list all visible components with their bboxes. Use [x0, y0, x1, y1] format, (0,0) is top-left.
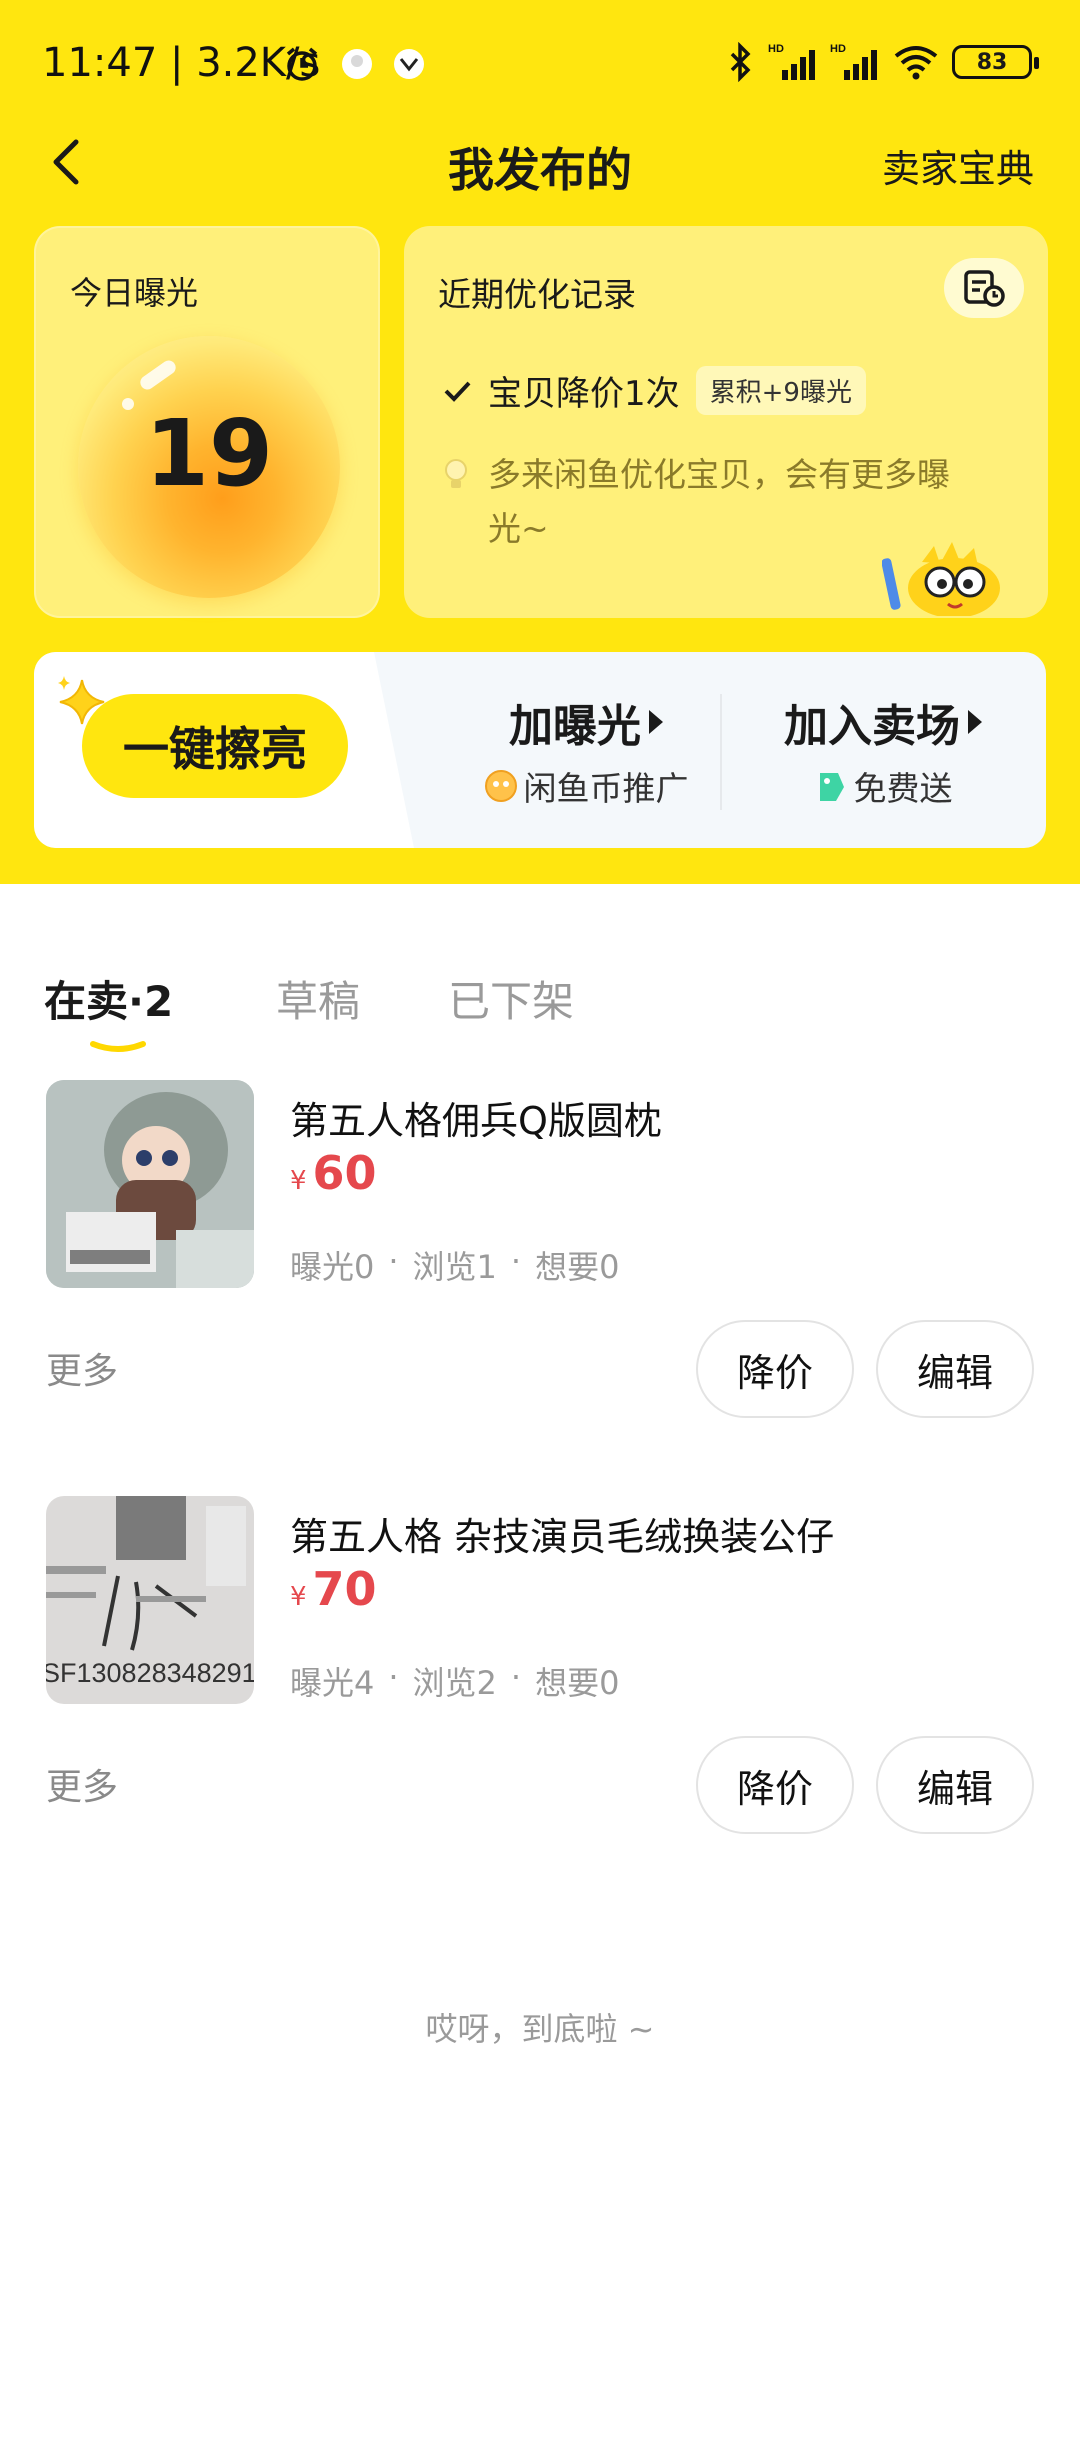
listing-title[interactable]: 第五人格佣兵Q版圆枕 [290, 1090, 662, 1145]
status-time: 11:47 | 3.2K/s [42, 40, 321, 86]
divider [720, 694, 722, 810]
add-exposure-sub: 闲鱼币推广 [523, 769, 689, 808]
record-text: 宝贝降价1次 [488, 374, 680, 414]
seller-guide-link[interactable]: 卖家宝典 [882, 138, 1034, 193]
add-exposure-label: 加曝光 [509, 701, 641, 752]
stat-separator: · [388, 1658, 399, 1696]
check-icon [444, 381, 471, 402]
tab-drafts[interactable]: 草稿 [276, 968, 360, 1029]
exposure-bubble: 19 [78, 336, 340, 598]
stat-views: 浏览1 [412, 1248, 497, 1286]
signal-icon: HD [830, 43, 877, 80]
records-history-button[interactable] [944, 258, 1024, 318]
stat-wants: 想要0 [535, 1664, 620, 1702]
app-notification-icon [342, 49, 372, 79]
tag-icon [819, 773, 844, 801]
reduce-price-button[interactable]: 降价 [696, 1736, 854, 1834]
tab-delisted[interactable]: 已下架 [448, 968, 574, 1029]
end-of-list-text: 哎呀，到底啦 ~ [425, 2010, 655, 2048]
listing-tabs: 在卖·2 草稿 已下架 [44, 968, 1044, 1052]
price-value: 60 [312, 1146, 377, 1200]
join-market-label: 加入卖场 [784, 701, 960, 752]
battery-indicator: 83 [952, 45, 1039, 79]
status-right-icons: HD HD 83 [726, 42, 1039, 82]
record-row: 宝贝降价1次 累积+9曝光 [442, 366, 866, 415]
more-button[interactable]: 更多 [46, 1758, 118, 1810]
app-notification-icon [394, 49, 424, 79]
listing-title[interactable]: 第五人格 杂技演员毛绒换装公仔 [290, 1506, 834, 1561]
stat-views: 浏览2 [412, 1664, 497, 1702]
tab-on-sale[interactable]: 在卖·2 [44, 968, 173, 1029]
today-exposure-card[interactable]: 今日曝光 19 [34, 226, 380, 618]
stat-exposure: 曝光0 [290, 1248, 375, 1286]
svg-text:HD: HD [768, 43, 784, 55]
product-image [46, 1080, 254, 1288]
stat-separator: · [510, 1658, 522, 1696]
triangle-right-icon [649, 710, 663, 734]
triangle-right-icon [968, 710, 982, 734]
listing-stats: 曝光0 · 浏览1 · 想要0 [290, 1242, 619, 1288]
status-bar: 11:47 | 3.2K/s HD HD 83 [0, 0, 1080, 130]
mascot-illustration [882, 542, 1000, 616]
thumbnail-waybill-text: SF130828348291 [46, 1658, 254, 1688]
bluetooth-icon [730, 42, 751, 82]
listing-item: 第五人格佣兵Q版圆枕 ¥ 60 曝光0 · 浏览1 · 想要0 更多 降价 编辑 [0, 1080, 1080, 1460]
stat-separator: · [388, 1242, 399, 1280]
more-button[interactable]: 更多 [46, 1342, 118, 1394]
listing-price: ¥ 70 [290, 1562, 377, 1616]
status-notification-icons [282, 44, 426, 84]
currency-symbol: ¥ [290, 1582, 307, 1612]
listing-price: ¥ 60 [290, 1146, 377, 1200]
record-badge: 累积+9曝光 [695, 366, 866, 415]
stat-separator: · [510, 1242, 522, 1280]
exposure-label: 今日曝光 [70, 274, 199, 312]
stat-wants: 想要0 [535, 1248, 620, 1286]
listing-thumbnail[interactable] [46, 1080, 254, 1288]
currency-symbol: ¥ [290, 1166, 307, 1196]
one-click-polish-button[interactable]: 一键擦亮 [82, 694, 348, 798]
price-value: 70 [312, 1562, 377, 1616]
join-market-sub: 免费送 [853, 769, 953, 808]
wifi-icon [894, 46, 938, 80]
reduce-price-button[interactable]: 降价 [696, 1320, 854, 1418]
svg-text:HD: HD [830, 43, 846, 55]
records-title: 近期优化记录 [438, 275, 636, 314]
promotion-action-bar: 一键擦亮 加曝光 闲鱼币推广 加入卖场 免费送 [34, 652, 1046, 848]
lightbulb-icon [445, 459, 467, 488]
xianyu-coin-icon [484, 770, 517, 802]
exposure-count: 19 [144, 400, 274, 507]
stat-exposure: 曝光4 [290, 1664, 375, 1702]
history-icon [964, 270, 1005, 307]
nav-bar: 我发布的 卖家宝典 [0, 120, 1080, 210]
join-market-button[interactable]: 加入卖场 免费送 [748, 690, 1018, 810]
optimization-records-card[interactable]: 近期优化记录 宝贝降价1次 累积+9曝光 多来闲鱼优化宝贝，会有更多曝光~ [404, 226, 1048, 618]
listing-thumbnail[interactable]: SF130828348291 [46, 1496, 254, 1704]
add-exposure-button[interactable]: 加曝光 闲鱼币推广 [474, 690, 698, 810]
edit-button[interactable]: 编辑 [876, 1736, 1034, 1834]
signal-icon: HD [768, 43, 815, 80]
edit-button[interactable]: 编辑 [876, 1320, 1034, 1418]
alarm-icon [286, 47, 318, 81]
listing-stats: 曝光4 · 浏览2 · 想要0 [290, 1658, 619, 1704]
tab-active-indicator [90, 1041, 146, 1052]
listing-item: SF130828348291 第五人格 杂技演员毛绒换装公仔 ¥ 70 曝光4 … [0, 1496, 1080, 1876]
